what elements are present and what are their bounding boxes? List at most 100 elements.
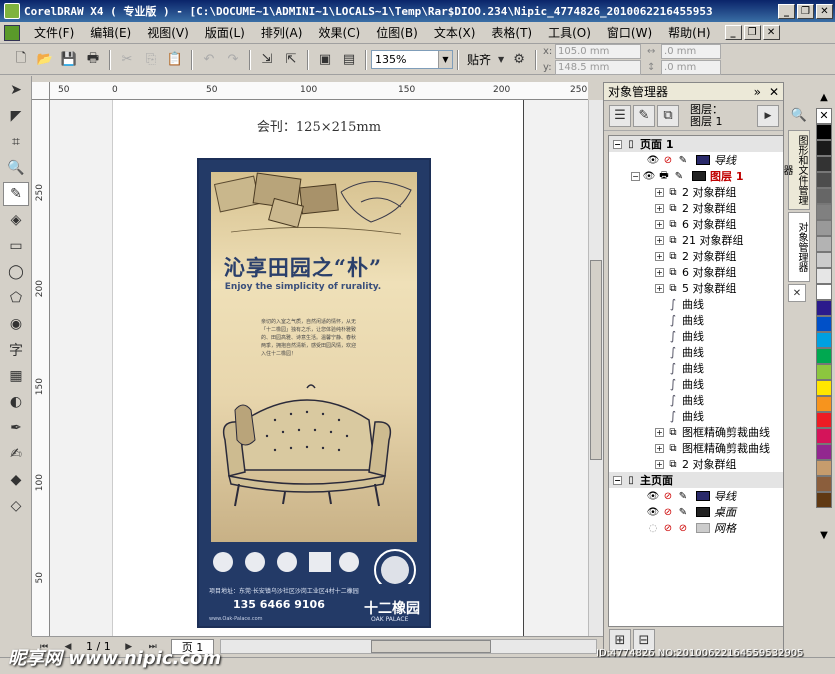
tree-layer-row[interactable]: ◌ ⊘ ⊘ 网格 [609, 520, 783, 536]
layer-color-swatch[interactable] [692, 171, 706, 181]
palette-swatch[interactable] [816, 300, 832, 316]
interactive-fill-tool-icon[interactable]: ◇ [3, 494, 29, 518]
tree-group-row[interactable]: + ⧉ 21 对象群组 [609, 232, 783, 248]
tree-group-row[interactable]: + ⧉ 2 对象群组 [609, 184, 783, 200]
lock-edit-icon[interactable]: ✎ [677, 490, 689, 502]
menu-help[interactable]: 帮助(H) [660, 24, 718, 41]
tree-curve-row[interactable]: ∫ 曲线 [609, 344, 783, 360]
snap-chevron-down-icon[interactable]: ▼ [496, 49, 506, 71]
vertical-ruler[interactable]: 250 200 150 100 50 [32, 100, 50, 636]
paste-icon[interactable]: 📋 [164, 49, 186, 71]
collapse-icon[interactable]: − [631, 171, 640, 181]
tree-powerclip-row[interactable]: + ⧉ 图框精确剪裁曲线 [609, 424, 783, 440]
welcome-screen-icon[interactable]: ▤ [338, 49, 360, 71]
tree-layer-row-active[interactable]: − 👁 🖶 ✎ 图层 1 [609, 168, 783, 184]
width-field[interactable]: .0 mm [661, 44, 722, 59]
expand-icon[interactable]: + [655, 219, 664, 229]
close-docker-tab-icon[interactable]: ✕ [788, 284, 806, 302]
height-field[interactable]: .0 mm [661, 60, 722, 75]
print-disabled-icon[interactable]: ⊘ [662, 154, 674, 166]
palette-swatch[interactable] [816, 348, 832, 364]
layer-manager-view-icon[interactable]: ⧉ [657, 104, 679, 127]
docker-close-icon[interactable]: ✕ [769, 85, 779, 99]
menu-arrange[interactable]: 排列(A) [253, 24, 311, 41]
lock-disabled-icon[interactable]: ⊘ [677, 522, 689, 534]
table-tool-icon[interactable]: ▦ [3, 364, 29, 388]
doc-restore-button[interactable]: ❐ [743, 25, 761, 40]
cut-icon[interactable]: ✂ [116, 49, 138, 71]
palette-swatch[interactable] [816, 124, 832, 140]
print-icon[interactable]: 🖶 [82, 49, 104, 71]
docker-expand-icon[interactable]: » [754, 85, 761, 99]
doc-minimize-button[interactable]: _ [724, 25, 742, 40]
close-button[interactable]: ✕ [816, 3, 833, 19]
show-properties-icon[interactable]: ☰ [609, 104, 631, 127]
layer-color-swatch[interactable] [696, 523, 710, 533]
tree-page-row[interactable]: − ▯ 页面 1 [609, 136, 783, 152]
lock-edit-icon[interactable]: ✎ [677, 506, 689, 518]
tab-graphics-file-manager[interactable]: 图形和文件管理器 [781, 130, 810, 210]
eye-icon[interactable]: 👁 [643, 170, 656, 182]
eye-icon[interactable]: 👁 [647, 154, 660, 166]
print-disabled-icon[interactable]: ⊘ [662, 522, 674, 534]
tree-group-row[interactable]: + ⧉ 6 对象群组 [609, 264, 783, 280]
redo-icon[interactable]: ↷ [222, 49, 244, 71]
doc-close-button[interactable]: ✕ [762, 25, 780, 40]
menu-window[interactable]: 窗口(W) [599, 24, 660, 41]
expand-icon[interactable]: + [655, 427, 664, 437]
print-disabled-icon[interactable]: ⊘ [662, 506, 674, 518]
eye-icon[interactable]: 👁 [647, 506, 660, 518]
lock-edit-icon[interactable]: ✎ [677, 154, 689, 166]
poster-artwork[interactable]: 沁享田园之“朴” Enjoy the simplicity of ruralit… [197, 158, 431, 628]
lock-edit-icon[interactable]: ✎ [673, 170, 685, 182]
tree-layer-row[interactable]: 👁 ⊘ ✎ 导线 [609, 152, 783, 168]
outline-tool-icon[interactable]: ✍ [3, 442, 29, 466]
tree-curve-row[interactable]: ∫ 曲线 [609, 392, 783, 408]
scrollbar-thumb[interactable] [371, 640, 492, 653]
zoom-tool-icon[interactable]: 🔍 [3, 156, 29, 180]
palette-swatch[interactable] [816, 188, 832, 204]
interactive-blend-tool-icon[interactable]: ◐ [3, 390, 29, 414]
document-page[interactable]: 会刊：125×215mm 沁享田园之“朴” Enjoy the simplici… [112, 100, 524, 636]
rectangle-tool-icon[interactable]: ▭ [3, 234, 29, 258]
menu-effects[interactable]: 效果(C) [310, 24, 368, 41]
freehand-tool-icon[interactable]: ✎ [3, 182, 29, 206]
palette-swatch[interactable] [816, 412, 832, 428]
menu-bitmaps[interactable]: 位图(B) [368, 24, 426, 41]
collapse-icon[interactable]: − [613, 139, 622, 149]
menu-view[interactable]: 视图(V) [139, 24, 197, 41]
options-icon[interactable]: ⚙ [508, 49, 530, 71]
new-document-icon[interactable]: 🗋 [10, 49, 32, 71]
eye-icon[interactable]: 👁 [647, 490, 660, 502]
menu-tools[interactable]: 工具(O) [540, 24, 599, 41]
tree-curve-row[interactable]: ∫ 曲线 [609, 328, 783, 344]
palette-swatch[interactable] [816, 332, 832, 348]
eyedropper-tool-icon[interactable]: ✒ [3, 416, 29, 440]
drawing-canvas[interactable]: 会刊：125×215mm 沁享田园之“朴” Enjoy the simplici… [50, 100, 588, 636]
crop-tool-icon[interactable]: ⌗ [3, 130, 29, 154]
tree-curve-row[interactable]: ∫ 曲线 [609, 296, 783, 312]
palette-swatch[interactable] [816, 476, 832, 492]
fill-tool-icon[interactable]: ◆ [3, 468, 29, 492]
zoom-combo[interactable]: 135% ▼ [371, 50, 453, 69]
menu-file[interactable]: 文件(F) [26, 24, 82, 41]
y-position-field[interactable]: 148.5 mm [555, 60, 642, 75]
palette-swatch[interactable] [816, 444, 832, 460]
eye-hidden-icon[interactable]: ◌ [647, 522, 659, 534]
palette-swatch[interactable] [816, 236, 832, 252]
pick-tool-icon[interactable]: ➤ [3, 78, 29, 102]
tree-curve-row[interactable]: ∫ 曲线 [609, 408, 783, 424]
docker-menu-arrow-icon[interactable]: ▶ [757, 104, 779, 127]
text-tool-icon[interactable]: 字 [3, 338, 29, 362]
palette-swatch[interactable] [816, 204, 832, 220]
snap-to-button[interactable]: 贴齐 [467, 51, 491, 68]
palette-swatch[interactable] [816, 396, 832, 412]
collapse-icon[interactable]: − [613, 475, 622, 485]
save-icon[interactable]: 💾 [58, 49, 80, 71]
vertical-scrollbar[interactable] [588, 100, 603, 636]
menu-table[interactable]: 表格(T) [483, 24, 540, 41]
palette-swatch[interactable] [816, 156, 832, 172]
horizontal-scrollbar[interactable] [220, 639, 597, 654]
x-position-field[interactable]: 105.0 mm [555, 44, 642, 59]
import-icon[interactable]: ⇲ [256, 49, 278, 71]
